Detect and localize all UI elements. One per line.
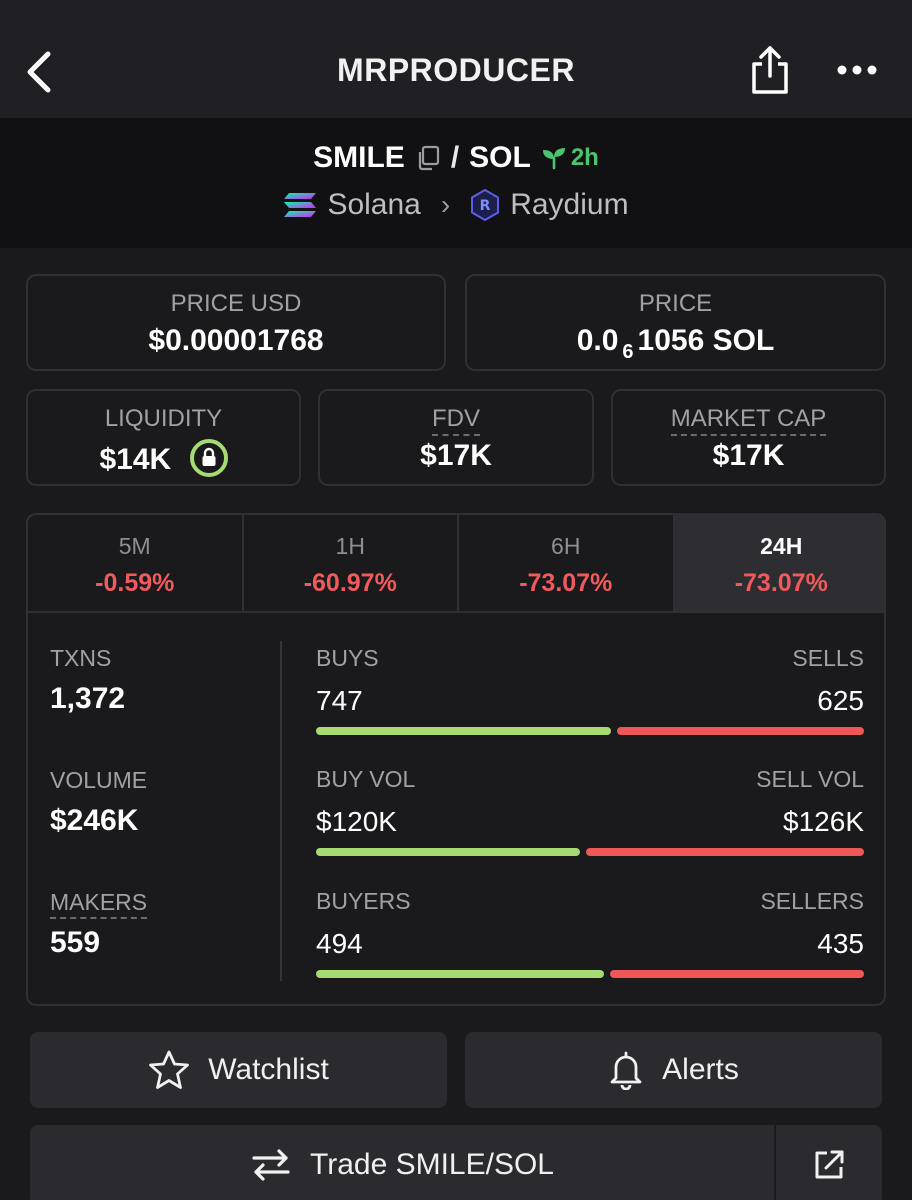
sell-vol-bar-fill — [586, 848, 864, 856]
watchlist-label: Watchlist — [208, 1053, 329, 1086]
base-token: SMILE — [313, 141, 405, 174]
copy-icon[interactable] — [415, 145, 441, 171]
fdv-value: $17K — [420, 439, 492, 472]
buyers-bar-fill — [316, 970, 604, 978]
buyers-label: BUYERS — [316, 888, 411, 914]
buy-vol-bar-fill — [316, 848, 580, 856]
buys-label: BUYS — [316, 645, 379, 671]
market-cap-value: $17K — [712, 439, 785, 472]
txns-value: 1,372 — [50, 682, 126, 715]
sells-value: 625 — [817, 685, 864, 716]
liquidity-card: LIQUIDITY $14K — [26, 389, 301, 486]
buys-bar-fill — [316, 727, 611, 735]
tab-6h[interactable]: 6H -73.07% — [459, 515, 675, 611]
price-usd-value: $0.00001768 — [148, 324, 324, 357]
svg-text:R: R — [480, 198, 491, 214]
buyers-value: 494 — [316, 928, 363, 959]
quote-token: SOL — [469, 141, 531, 174]
price-usd-card: PRICE USD $0.00001768 — [26, 274, 446, 371]
top-bar: MRPRODUCER — [0, 0, 912, 118]
sellers-label: SELLERS — [760, 888, 864, 914]
price-native-label: PRICE — [638, 290, 713, 317]
share-icon — [752, 46, 788, 94]
makers-label[interactable]: MAKERS — [50, 889, 148, 919]
sellers-bar-fill — [610, 970, 864, 978]
tab-5m[interactable]: 5M -0.59% — [28, 515, 244, 611]
pair-row: SMILE / SOL 2h — [0, 138, 912, 178]
change-6h: -73.07% — [519, 569, 613, 597]
external-link-icon — [815, 1150, 844, 1179]
market-cap-card: MARKET CAP $17K — [611, 389, 886, 486]
price-native-value: 0.0 6 1056 SOL — [576, 324, 775, 363]
makers-value: 559 — [50, 926, 101, 959]
trade-label: Trade SMILE/SOL — [310, 1148, 554, 1181]
chevron-right-icon: › — [440, 189, 451, 220]
more-horizontal-icon — [837, 65, 877, 75]
buys-value: 747 — [316, 685, 363, 716]
external-trade-button[interactable] — [774, 1125, 882, 1200]
makers-metric: MAKERS 559 — [50, 889, 148, 960]
volume-bar — [316, 848, 864, 856]
sellers-value: 435 — [817, 928, 864, 959]
pair-age: 2h — [541, 144, 599, 172]
buyers-sellers-ratio: BUYERS SELLERS 494 435 — [316, 888, 864, 988]
star-icon — [149, 1050, 190, 1089]
chain-name[interactable]: Solana — [327, 188, 420, 222]
buy-vol-value: $120K — [316, 806, 397, 837]
share-button[interactable] — [748, 44, 792, 96]
buyers-sellers-bar — [316, 970, 864, 978]
pair-separator: / — [450, 141, 460, 174]
sells-label: SELLS — [792, 645, 864, 671]
fdv-card: FDV $17K — [318, 389, 594, 486]
trade-button[interactable]: Trade SMILE/SOL — [30, 1125, 774, 1200]
watchlist-button[interactable]: Watchlist — [30, 1032, 447, 1108]
pair-header: SMILE / SOL 2h Solana › R Raydium — [0, 118, 912, 248]
alerts-label: Alerts — [662, 1053, 739, 1086]
buys-sells-ratio: BUYS SELLS 747 625 — [316, 645, 864, 745]
pair-age-label: 2h — [570, 144, 599, 171]
price-native-card: PRICE 0.0 6 1056 SOL — [465, 274, 886, 371]
liquidity-value: $14K — [28, 439, 299, 477]
dex-name[interactable]: Raydium — [510, 188, 628, 222]
alerts-button[interactable]: Alerts — [465, 1032, 882, 1108]
tab-1h[interactable]: 1H -60.97% — [244, 515, 459, 611]
swap-icon — [252, 1149, 290, 1181]
change-5m: -0.59% — [95, 569, 175, 597]
volume-metric: VOLUME $246K — [50, 767, 147, 838]
column-divider — [280, 641, 282, 981]
price-usd-label: PRICE USD — [170, 290, 302, 317]
txns-label: TXNS — [50, 645, 112, 671]
buys-sells-bar — [316, 727, 864, 735]
sell-vol-value: $126K — [783, 806, 864, 837]
change-1h: -60.97% — [303, 569, 397, 597]
volume-label: VOLUME — [50, 767, 148, 793]
sell-vol-label: SELL VOL — [756, 766, 864, 792]
raydium-icon: R — [471, 189, 500, 221]
change-24h: -73.07% — [734, 569, 828, 597]
volume-value: $246K — [50, 804, 139, 837]
fdv-label[interactable]: FDV — [432, 405, 480, 436]
more-button[interactable] — [836, 58, 878, 82]
txns-metric: TXNS 1,372 — [50, 645, 125, 716]
sprout-icon — [542, 148, 565, 170]
market-cap-label[interactable]: MARKET CAP — [670, 405, 827, 436]
stats-panel: 5M -0.59% 1H -60.97% 6H -73.07% 24H -73.… — [26, 513, 886, 1006]
solana-icon — [284, 193, 317, 217]
sells-bar-fill — [617, 727, 864, 735]
buy-vol-label: BUY VOL — [316, 766, 416, 792]
bell-icon — [610, 1051, 642, 1090]
timeframe-tabs: 5M -0.59% 1H -60.97% 6H -73.07% 24H -73.… — [28, 515, 884, 613]
lock-icon[interactable] — [189, 439, 228, 477]
volume-ratio: BUY VOL SELL VOL $120K $126K — [316, 766, 864, 866]
chain-row: Solana › R Raydium — [0, 184, 912, 226]
trade-bar: Trade SMILE/SOL — [30, 1125, 882, 1200]
tab-24h[interactable]: 24H -73.07% — [674, 515, 884, 611]
liquidity-label: LIQUIDITY — [104, 405, 223, 432]
